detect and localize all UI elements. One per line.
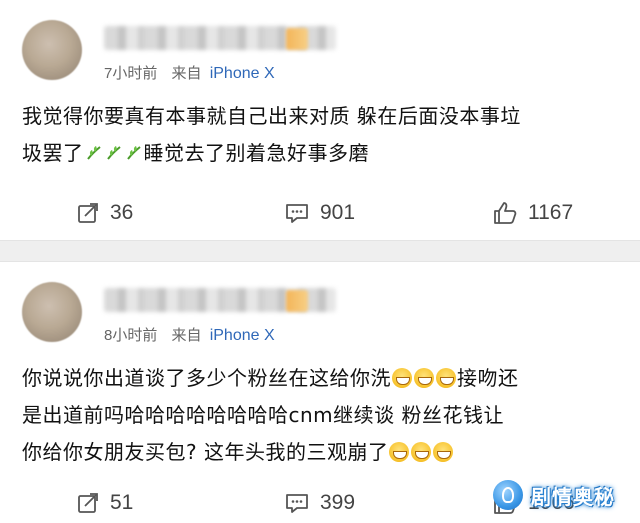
repost-count: 51	[110, 491, 134, 514]
thumbs-up-icon	[494, 202, 517, 224]
comment-button[interactable]: 901	[284, 198, 355, 228]
grin-emoji-icon	[411, 442, 432, 462]
repost-button[interactable]: 51	[76, 488, 133, 518]
leaf-emoji-icon	[86, 146, 101, 160]
grin-emoji-icon	[392, 368, 412, 388]
watermark-logo-icon	[493, 480, 523, 510]
post-meta: 7小时前 来自 iPhone X	[104, 62, 275, 83]
comment-count: 901	[320, 201, 356, 224]
repost-count: 36	[110, 201, 134, 224]
watermark-logo: 剧情奥秘	[493, 475, 633, 515]
grin-emoji-icon	[433, 442, 454, 462]
action-bar: 36 901 1167	[0, 198, 640, 228]
repost-button[interactable]: 36	[76, 198, 133, 228]
comment-text-segment: 睡觉去了别着急好事多磨	[143, 141, 369, 165]
like-button[interactable]: 1167	[492, 198, 573, 228]
post-time: 8小时前	[104, 327, 158, 344]
comment-line: 你给你女朋友买包? 这年头我的三观崩了	[22, 434, 622, 471]
comment-text-segment: 你给你女朋友买包? 这年头我的三观崩了	[22, 440, 389, 464]
device-link[interactable]: iPhone X	[210, 65, 275, 82]
source-prefix: 来自	[171, 327, 202, 344]
grin-emoji-icon	[436, 368, 456, 388]
leaf-emoji-icon	[126, 146, 141, 160]
card-divider	[0, 240, 640, 262]
comment-text-segment: 圾罢了	[22, 141, 84, 165]
comment-text-segment: 接吻还	[457, 366, 519, 390]
comment-text: 我觉得你要真有本事就自己出来对质 躲在后面没本事垃 圾罢了 睡觉去了别着急好事多磨	[22, 98, 622, 172]
comment-icon	[286, 204, 308, 223]
comment-count: 399	[320, 491, 356, 514]
comment-line: 我觉得你要真有本事就自己出来对质 躲在后面没本事垃	[22, 104, 521, 128]
comment-text-segment: 你说说你出道谈了多少个粉丝在这给你洗	[22, 366, 391, 390]
comment-line: 圾罢了 睡觉去了别着急好事多磨	[22, 135, 622, 172]
comment-line: 你说说你出道谈了多少个粉丝在这给你洗 接吻还	[22, 360, 622, 397]
avatar[interactable]	[22, 282, 82, 342]
grin-emoji-icon	[414, 368, 434, 388]
comment-icon	[286, 494, 308, 513]
comment-card-1: 7小时前 来自 iPhone X 我觉得你要真有本事就自己出来对质 躲在后面没本…	[0, 0, 640, 240]
repost-icon	[78, 493, 98, 513]
leaf-emoji-icon	[106, 146, 121, 160]
comment-text: 你说说你出道谈了多少个粉丝在这给你洗 接吻还 是出道前吗哈哈哈哈哈哈哈哈cnm继续…	[22, 360, 622, 471]
avatar[interactable]	[22, 20, 82, 80]
blurred-badge-icon	[286, 28, 308, 50]
post-meta: 8小时前 来自 iPhone X	[104, 324, 275, 345]
watermark-text: 剧情奥秘	[531, 484, 615, 509]
source-prefix: 来自	[171, 65, 202, 82]
comment-button[interactable]: 399	[284, 488, 355, 518]
blurred-badge-icon	[286, 290, 308, 312]
post-time: 7小时前	[104, 65, 158, 82]
grin-emoji-icon	[389, 442, 410, 462]
repost-icon	[78, 203, 98, 223]
comment-line: 是出道前吗哈哈哈哈哈哈哈哈cnm继续谈 粉丝花钱让	[22, 403, 505, 427]
like-count: 1167	[528, 201, 574, 224]
device-link[interactable]: iPhone X	[210, 327, 275, 344]
